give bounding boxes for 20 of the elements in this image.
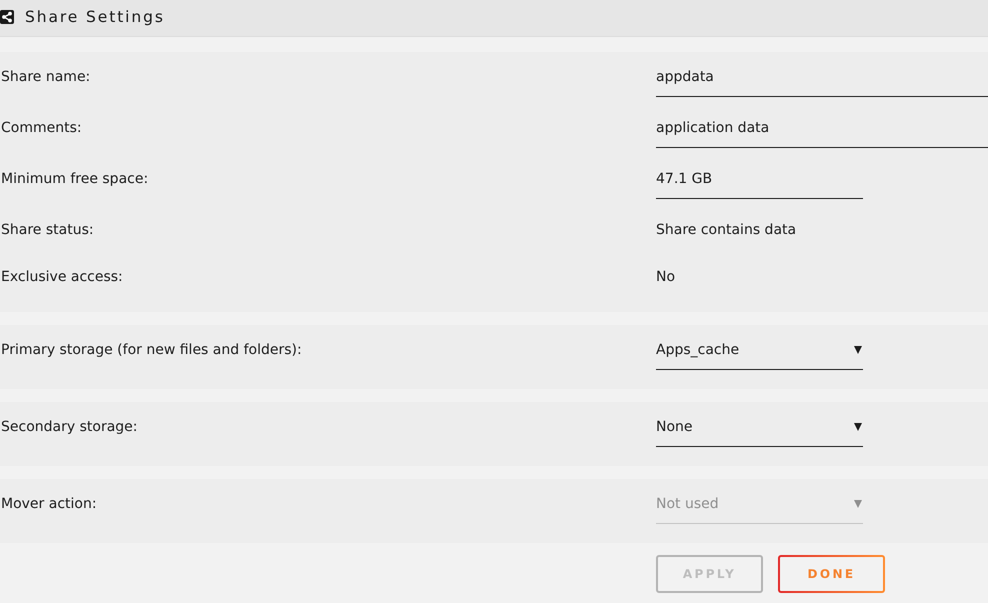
caret-icon [854,346,862,354]
field-label: Share status: [0,221,94,240]
value-text: Share contains data [656,221,796,240]
field-label: Mover action: [0,495,97,514]
field-label: Primary storage (for new files and folders): [0,341,302,360]
field-label: Exclusive access: [0,268,123,287]
page-title: Share Settings [25,8,165,26]
select-field[interactable]: Apps_cache [656,334,863,370]
value-text: No [656,268,676,287]
caret-icon [854,500,862,508]
caret-icon [854,423,862,431]
text-field[interactable]: appdata [656,61,988,97]
field-label: Share name: [0,68,90,87]
share-icon [0,10,14,24]
text-field[interactable]: application data [656,112,988,148]
field-label: Minimum free space: [0,170,148,189]
field-label: Secondary storage: [0,418,138,437]
text-field[interactable]: 47.1 GB [656,163,863,199]
select-field[interactable]: None [656,411,863,447]
field-label: Comments: [0,119,82,138]
